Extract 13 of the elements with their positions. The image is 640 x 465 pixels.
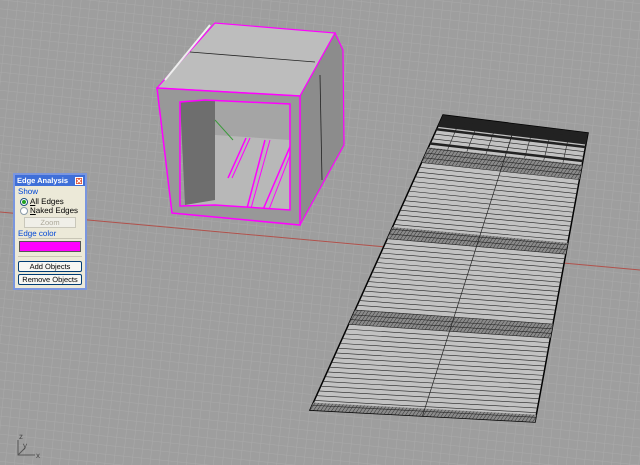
axis-icon: [18, 440, 36, 456]
close-icon: [76, 178, 82, 184]
axis-label: y: [23, 442, 27, 450]
group-label: Edge color: [18, 230, 82, 239]
axis-label: z: [19, 433, 23, 441]
radio-label: All Edges: [30, 198, 64, 206]
edge-color-swatch[interactable]: [19, 241, 81, 252]
axis-label: x: [36, 452, 40, 460]
close-button[interactable]: [75, 176, 83, 184]
radio-button[interactable]: [20, 207, 28, 215]
radio-button[interactable]: [20, 198, 28, 206]
radio-label: Naked Edges: [30, 207, 78, 215]
group-label: Show: [18, 188, 40, 196]
